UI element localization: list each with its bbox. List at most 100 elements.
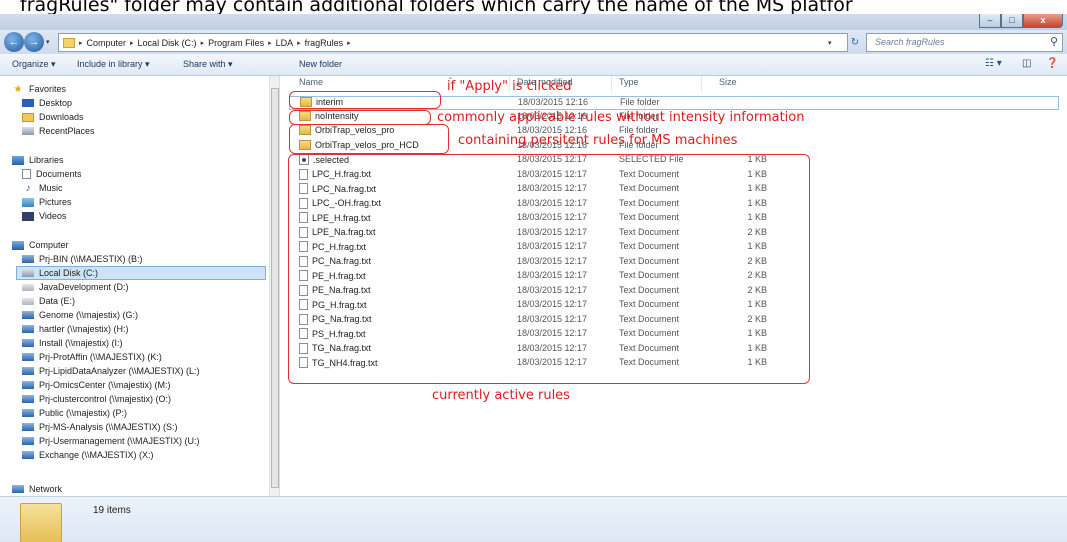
organize-menu[interactable]: Organize ▾ [12,59,56,70]
nav-desktop[interactable]: Desktop [22,96,72,110]
breadcrumb-computer[interactable]: Computer [87,38,127,48]
nav-favorites[interactable]: ★ Favorites [12,82,67,96]
breadcrumb-program-files[interactable]: Program Files [208,38,264,48]
nav-drive[interactable]: Prj-clustercontrol (\\majestix) (O:) [22,392,171,406]
nav-videos[interactable]: Videos [22,209,66,223]
command-bar: Organize ▾ Include in library ▾ Share wi… [0,54,1067,76]
nav-drive[interactable]: hartler (\\majestix) (H:) [22,322,129,336]
videos-icon [22,211,34,221]
network-drive-icon [22,339,34,347]
nav-drive[interactable]: Genome (\\majestix) (G:) [22,308,138,322]
nav-recentplaces[interactable]: RecentPlaces [22,124,95,138]
nav-drive[interactable]: Prj-MS-Analysis (\\MAJESTIX) (S:) [22,420,178,434]
nav-drive[interactable]: Prj-ProtAffin (\\MAJESTIX) (K:) [22,350,162,364]
nav-label: Prj-LipidDataAnalyzer (\\MAJESTIX) (L:) [39,366,200,376]
network-drive-icon [22,451,34,459]
folder-icon [20,503,62,542]
nav-label: Data (E:) [39,296,76,306]
nav-computer[interactable]: Computer [12,238,69,252]
local-disk-icon [22,269,34,277]
view-options-icon[interactable]: ☷ ▾ [985,58,1002,69]
network-drive-icon [22,367,34,375]
nav-label: Prj-Usermanagement (\\MAJESTIX) (U:) [39,436,200,446]
nav-drive[interactable]: Data (E:) [22,294,75,308]
nav-drive[interactable]: Prj-LipidDataAnalyzer (\\MAJESTIX) (L:) [22,364,200,378]
pictures-icon [22,197,34,207]
chevron-right-icon[interactable]: ▸ [268,39,272,47]
include-in-library-menu[interactable]: Include in library ▾ [77,59,150,70]
network-drive-icon [22,437,34,445]
nav-label: Genome (\\majestix) (G:) [39,310,139,320]
minimize-button[interactable]: – [979,14,1001,28]
file-date: 18/03/2015 12:16 [518,97,589,107]
search-input[interactable]: Search fragRules ⚲ [866,33,1063,52]
nav-pictures[interactable]: Pictures [22,195,72,209]
nav-drive[interactable]: Prj-OmicsCenter (\\majestix) (M:) [22,378,171,392]
column-header-size[interactable]: Size [719,77,769,93]
column-header-type[interactable]: Type [619,77,709,93]
window-controls: – □ x [979,14,1063,30]
nav-label: Computer [29,240,69,250]
desktop-icon [22,99,34,107]
chevron-right-icon[interactable]: ▸ [79,39,83,47]
nav-music[interactable]: ♪ Music [22,181,63,195]
help-icon[interactable]: ❓ [1046,58,1058,69]
column-divider[interactable] [701,76,702,92]
network-drive-icon [22,423,34,431]
libraries-icon [12,155,24,165]
nav-drive[interactable]: Install (\\majestix) (I:) [22,336,123,350]
drive-icon [22,297,34,305]
column-label: Name [299,77,324,87]
annotation-persistent: containing persitent rules for MS machin… [458,133,738,148]
address-row: ← → ▾ ▸ Computer ▸ Local Disk (C:) ▸ Pro… [0,30,1067,54]
nav-documents[interactable]: Documents [22,167,82,181]
recent-places-icon [22,127,34,135]
navigation-pane: ★ Favorites Desktop Downloads RecentPlac… [0,76,280,496]
drive-icon [22,283,34,291]
back-button[interactable]: ← [4,32,24,52]
chevron-right-icon[interactable]: ▸ [297,39,301,47]
breadcrumb-lda[interactable]: LDA [276,38,294,48]
breadcrumb-local-disk[interactable]: Local Disk (C:) [138,38,197,48]
close-button[interactable]: x [1023,14,1063,28]
computer-icon [12,240,24,250]
recent-pages-dropdown-icon[interactable]: ▾ [46,38,50,46]
nav-network[interactable]: Network [12,482,62,496]
nav-label: Music [39,183,63,193]
nav-downloads[interactable]: Downloads [22,110,84,124]
chevron-right-icon[interactable]: ▸ [130,39,134,47]
nav-label: Favorites [29,84,67,94]
chevron-right-icon[interactable]: ▸ [201,39,205,47]
nav-label: Prj-clustercontrol (\\majestix) (O:) [39,394,172,404]
nav-drive[interactable]: Exchange (\\MAJESTIX) (X:) [22,448,154,462]
chevron-right-icon[interactable]: ▸ [347,39,351,47]
new-folder-button[interactable]: New folder [299,59,342,69]
nav-label: Videos [39,211,67,221]
nav-label: Downloads [39,112,84,122]
network-icon [12,485,24,493]
breadcrumb-fragrules[interactable]: fragRules [305,38,344,48]
column-divider[interactable] [611,76,612,92]
navigation-scrollbar[interactable] [269,76,279,496]
search-icon[interactable]: ⚲ [1050,34,1058,51]
downloads-folder-icon [22,112,34,122]
nav-drive[interactable]: Prj-BIN (\\MAJESTIX) (B:) [22,252,143,266]
scrollbar-thumb[interactable] [271,88,279,488]
forward-button[interactable]: → [24,32,44,52]
network-drive-icon [22,381,34,389]
address-bar[interactable]: ▸ Computer ▸ Local Disk (C:) ▸ Program F… [58,33,848,52]
item-count: 19 items [93,505,131,516]
nav-label: Prj-MS-Analysis (\\MAJESTIX) (S:) [39,422,178,432]
preview-pane-icon[interactable]: ◫ [1022,58,1031,69]
nav-drive-selected[interactable]: Local Disk (C:) [16,266,266,280]
address-history-dropdown-icon[interactable]: ▾ [828,39,832,47]
network-drive-icon [22,325,34,333]
share-with-menu[interactable]: Share with ▾ [183,59,233,70]
nav-drive[interactable]: Public (\\majestix) (P:) [22,406,127,420]
maximize-button[interactable]: □ [1001,14,1023,28]
title-bar: – □ x [0,14,1067,30]
refresh-icon[interactable]: ↻ [846,34,864,51]
nav-drive[interactable]: JavaDevelopment (D:) [22,280,129,294]
nav-libraries[interactable]: Libraries [12,153,64,167]
nav-drive[interactable]: Prj-Usermanagement (\\MAJESTIX) (U:) [22,434,200,448]
